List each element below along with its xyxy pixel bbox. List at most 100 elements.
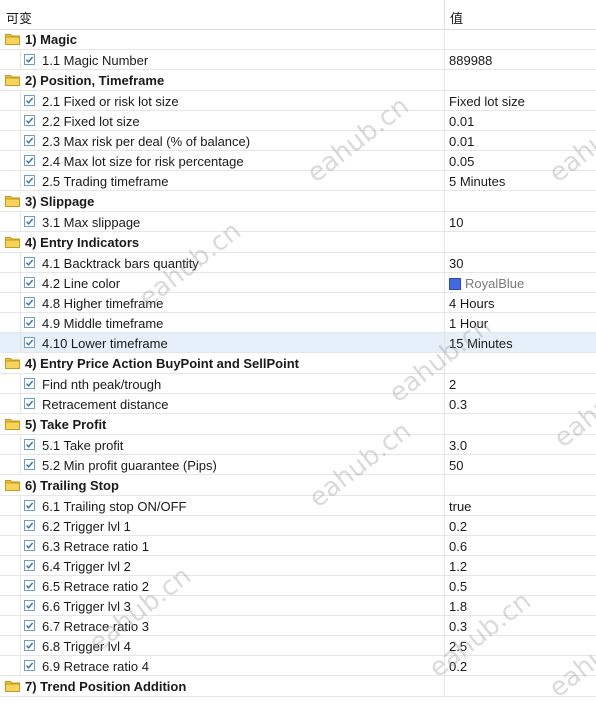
parameter-row[interactable]: 5.2 Min profit guarantee (Pips) 50 — [0, 455, 596, 475]
group-row[interactable]: 2) Position, Timeframe — [0, 70, 596, 91]
parameter-row[interactable]: 4.8 Higher timeframe 4 Hours — [0, 293, 596, 313]
group-row[interactable]: 5) Take Profit — [0, 414, 596, 435]
parameter-row[interactable]: 2.1 Fixed or risk lot size Fixed lot size — [0, 91, 596, 111]
parameter-label: 6.8 Trigger lvl 4 — [42, 639, 131, 654]
checkbox-icon[interactable] — [24, 155, 35, 166]
group-row[interactable]: 1) Magic — [0, 29, 596, 50]
tree-indent-line — [20, 596, 21, 615]
checkbox-icon[interactable] — [24, 175, 35, 186]
parameter-value[interactable]: 50 — [449, 458, 463, 473]
checkbox-icon[interactable] — [24, 297, 35, 308]
folder-icon[interactable] — [5, 680, 20, 692]
parameter-row[interactable]: 6.7 Retrace ratio 3 0.3 — [0, 616, 596, 636]
checkbox-icon[interactable] — [24, 660, 35, 671]
parameter-value[interactable]: 0.01 — [449, 114, 474, 129]
checkbox-icon[interactable] — [24, 520, 35, 531]
parameter-value[interactable]: RoyalBlue — [449, 276, 524, 291]
parameter-row[interactable]: 6.2 Trigger lvl 1 0.2 — [0, 516, 596, 536]
parameter-value[interactable]: 0.3 — [449, 619, 467, 634]
parameter-value[interactable]: 1 Hour — [449, 316, 488, 331]
checkbox-icon[interactable] — [24, 439, 35, 450]
parameter-row[interactable]: 2.3 Max risk per deal (% of balance) 0.01 — [0, 131, 596, 151]
checkbox-icon[interactable] — [24, 620, 35, 631]
folder-icon[interactable] — [5, 74, 20, 86]
checkbox-icon[interactable] — [24, 540, 35, 551]
checkbox-icon[interactable] — [24, 640, 35, 651]
parameter-value[interactable]: 1.8 — [449, 599, 467, 614]
parameter-value[interactable]: 0.2 — [449, 659, 467, 674]
parameter-value[interactable]: 1.2 — [449, 559, 467, 574]
parameter-value[interactable]: 0.3 — [449, 397, 467, 412]
parameter-row[interactable]: 4.10 Lower timeframe 15 Minutes — [0, 333, 596, 353]
parameter-value[interactable]: 4 Hours — [449, 296, 495, 311]
checkbox-icon[interactable] — [24, 500, 35, 511]
group-row[interactable]: 6) Trailing Stop — [0, 475, 596, 496]
column-header-variable[interactable]: 可变 — [6, 8, 32, 27]
checkbox-icon[interactable] — [24, 580, 35, 591]
parameter-value[interactable]: 889988 — [449, 53, 492, 68]
checkbox-icon[interactable] — [24, 378, 35, 389]
parameter-value[interactable]: 0.5 — [449, 579, 467, 594]
checkbox-icon[interactable] — [24, 398, 35, 409]
parameter-value[interactable]: Fixed lot size — [449, 94, 525, 109]
folder-icon[interactable] — [5, 236, 20, 248]
parameter-value[interactable]: 2 — [449, 377, 456, 392]
checkbox-icon[interactable] — [24, 54, 35, 65]
parameter-row[interactable]: 4.1 Backtrack bars quantity 30 — [0, 253, 596, 273]
folder-icon[interactable] — [5, 195, 20, 207]
parameter-value[interactable]: true — [449, 499, 471, 514]
folder-icon[interactable] — [5, 479, 20, 491]
checkbox-icon[interactable] — [24, 337, 35, 348]
parameter-value[interactable]: 0.05 — [449, 154, 474, 169]
parameter-value[interactable]: 15 Minutes — [449, 336, 513, 351]
folder-icon[interactable] — [5, 357, 20, 369]
checkbox-icon[interactable] — [24, 95, 35, 106]
column-divider[interactable] — [444, 0, 445, 29]
parameter-row[interactable]: Retracement distance 0.3 — [0, 394, 596, 414]
tree-indent-line — [20, 273, 21, 292]
parameter-value[interactable]: 3.0 — [449, 438, 467, 453]
checkbox-icon[interactable] — [24, 135, 35, 146]
checkbox-icon[interactable] — [24, 600, 35, 611]
checkbox-icon[interactable] — [24, 216, 35, 227]
group-row[interactable]: 4) Entry Indicators — [0, 232, 596, 253]
parameter-row[interactable]: 6.3 Retrace ratio 1 0.6 — [0, 536, 596, 556]
parameter-row[interactable]: 6.6 Trigger lvl 3 1.8 — [0, 596, 596, 616]
group-row[interactable]: 7) Trend Position Addition — [0, 676, 596, 697]
group-row[interactable]: 3) Slippage — [0, 191, 596, 212]
folder-icon[interactable] — [5, 33, 20, 45]
checkbox-icon[interactable] — [24, 459, 35, 470]
parameter-row[interactable]: 2.4 Max lot size for risk percentage 0.05 — [0, 151, 596, 171]
parameter-value-text: 10 — [449, 215, 464, 230]
parameter-row[interactable]: 6.5 Retrace ratio 2 0.5 — [0, 576, 596, 596]
parameter-row[interactable]: 6.8 Trigger lvl 4 2.5 — [0, 636, 596, 656]
parameter-value[interactable]: 0.01 — [449, 134, 474, 149]
checkbox-icon[interactable] — [24, 560, 35, 571]
checkbox-icon[interactable] — [24, 115, 35, 126]
parameter-row[interactable]: 4.9 Middle timeframe 1 Hour — [0, 313, 596, 333]
checkbox-icon[interactable] — [24, 277, 35, 288]
column-header-value[interactable]: 值 — [450, 8, 463, 27]
checkbox-icon[interactable] — [24, 257, 35, 268]
parameter-row[interactable]: 6.4 Trigger lvl 2 1.2 — [0, 556, 596, 576]
color-swatch[interactable] — [449, 278, 461, 290]
parameter-value[interactable]: 5 Minutes — [449, 174, 505, 189]
parameter-row[interactable]: 2.5 Trading timeframe 5 Minutes — [0, 171, 596, 191]
folder-icon[interactable] — [5, 418, 20, 430]
parameter-value[interactable]: 10 — [449, 215, 463, 230]
parameter-row[interactable]: 3.1 Max slippage 10 — [0, 212, 596, 232]
parameter-value[interactable]: 0.2 — [449, 519, 467, 534]
parameter-row[interactable]: 6.1 Trailing stop ON/OFF true — [0, 496, 596, 516]
checkbox-icon[interactable] — [24, 317, 35, 328]
parameter-row[interactable]: 1.1 Magic Number 889988 — [0, 50, 596, 70]
parameter-row[interactable]: 2.2 Fixed lot size 0.01 — [0, 111, 596, 131]
parameter-row[interactable]: 5.1 Take profit 3.0 — [0, 435, 596, 455]
parameter-value[interactable]: 2.5 — [449, 639, 467, 654]
parameter-value-text: 15 Minutes — [449, 336, 513, 351]
parameter-row[interactable]: 6.9 Retrace ratio 4 0.2 — [0, 656, 596, 676]
parameter-value[interactable]: 0.6 — [449, 539, 467, 554]
parameter-row[interactable]: 4.2 Line color RoyalBlue — [0, 273, 596, 293]
parameter-row[interactable]: Find nth peak/trough 2 — [0, 374, 596, 394]
group-row[interactable]: 4) Entry Price Action BuyPoint and SellP… — [0, 353, 596, 374]
parameter-value[interactable]: 30 — [449, 256, 463, 271]
